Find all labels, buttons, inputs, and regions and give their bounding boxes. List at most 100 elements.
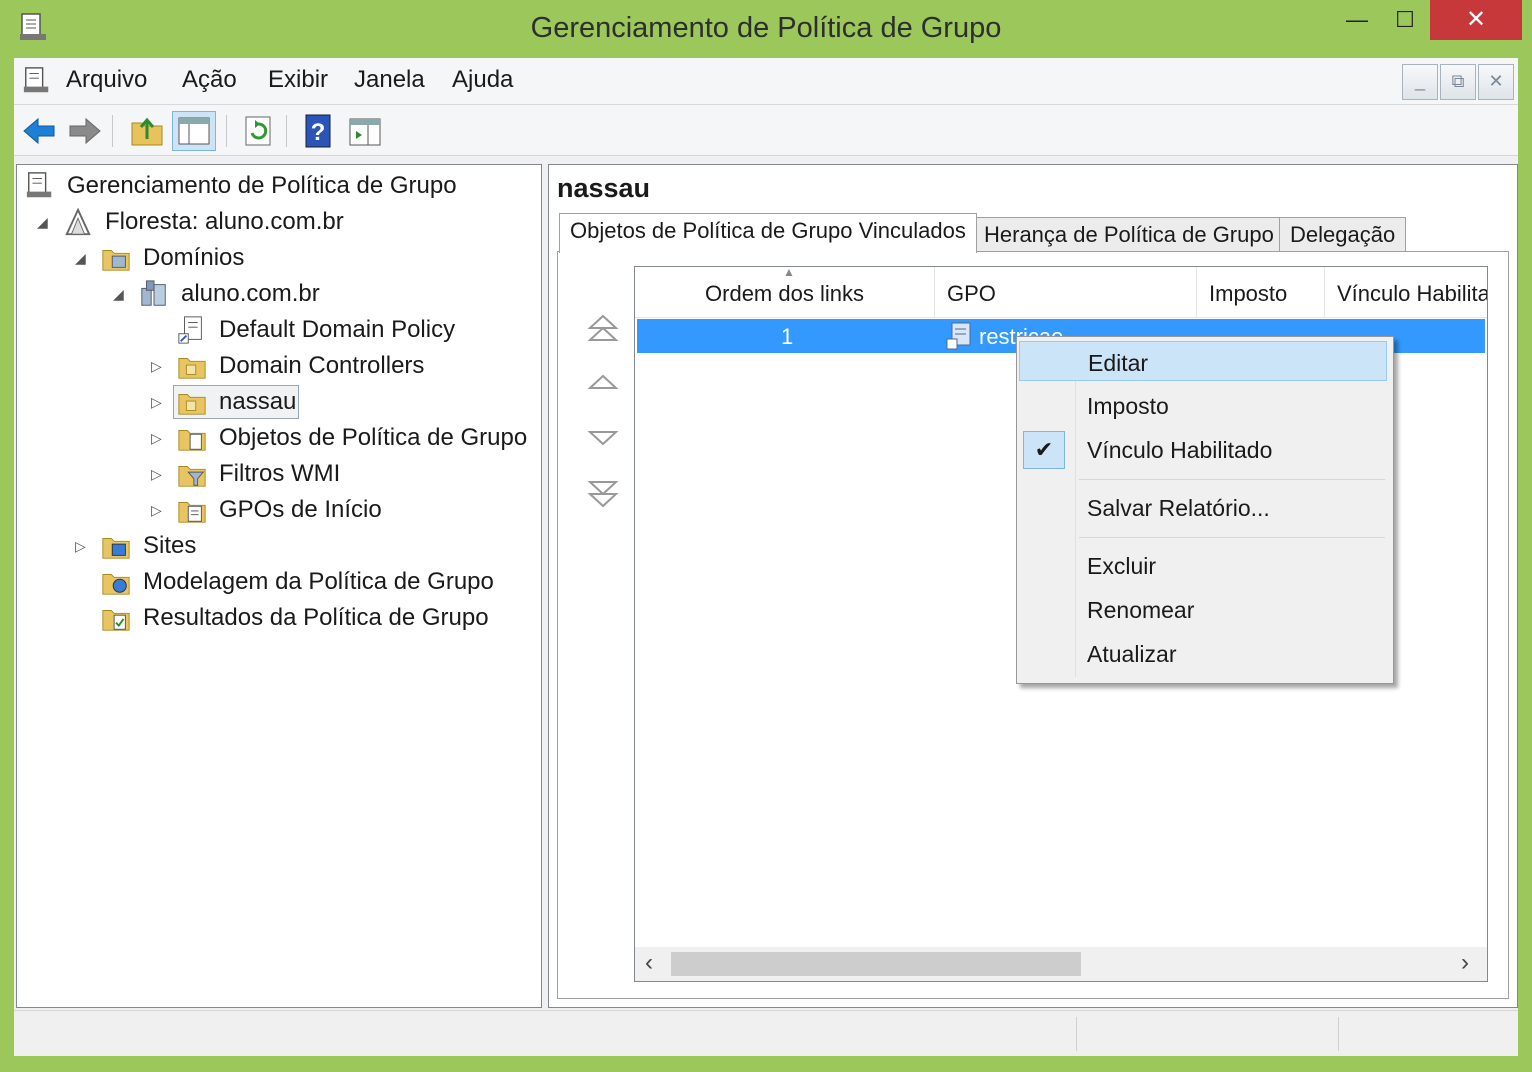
tree-item-label: Domain Controllers [219, 352, 425, 379]
expand-arrow-icon[interactable]: ▷ [75, 538, 86, 555]
window-title: Gerenciamento de Política de Grupo [530, 12, 1002, 44]
svg-text:?: ? [311, 119, 326, 146]
toolbar-separator [286, 115, 287, 147]
scroll-right-icon[interactable]: › [1461, 949, 1469, 977]
show-hide-tree-button[interactable] [172, 111, 216, 151]
cell-order: 1 [781, 324, 794, 349]
domains-folder-icon [102, 250, 130, 271]
title-bar: Gerenciamento de Política de Grupo — ☐ ✕ [0, 0, 1532, 58]
console-tree-icon [178, 117, 210, 145]
tab-delegation[interactable]: Delegação [1279, 217, 1407, 251]
page-title: nassau [557, 173, 651, 203]
move-down-icon[interactable] [586, 420, 620, 454]
gpo-link-icon [178, 316, 202, 344]
collapse-arrow-icon[interactable]: ◢ [113, 286, 124, 303]
status-separator [1076, 1017, 1077, 1051]
column-header-gpo[interactable]: GPO [935, 267, 1197, 317]
collapse-arrow-icon[interactable]: ◢ [37, 214, 48, 231]
menu-ajuda[interactable]: Ajuda [452, 66, 513, 94]
context-item-vinculo-habilitado[interactable]: ✔ Vínculo Habilitado [1019, 429, 1387, 469]
menu-exibir[interactable]: Exibir [268, 66, 328, 94]
menu-arquivo[interactable]: Arquivo [66, 66, 147, 94]
menu-janela[interactable]: Janela [354, 66, 425, 94]
expand-arrow-icon[interactable]: ▷ [151, 358, 162, 375]
minimize-button[interactable]: — [1334, 0, 1380, 40]
status-separator [1338, 1017, 1339, 1051]
column-header-imposto[interactable]: Imposto [1197, 267, 1325, 317]
tree-item-label: Filtros WMI [219, 460, 341, 487]
column-header-order[interactable]: Ordem dos links ▲ [635, 267, 935, 317]
list-header: Ordem dos links ▲ GPO Imposto Vínculo Ha… [635, 267, 1487, 318]
console-tree: Gerenciamento de Política de Grupo ◢ Flo… [16, 164, 542, 1008]
mdi-controls: _ ⧉ ✕ [1402, 64, 1516, 102]
sort-ascending-icon: ▲ [783, 266, 795, 279]
horizontal-scrollbar[interactable]: ‹ › [635, 947, 1487, 981]
expand-arrow-icon[interactable]: ▷ [151, 466, 162, 483]
context-item-editar[interactable]: Editar [1019, 341, 1387, 381]
checkmark-icon: ✔ [1023, 431, 1065, 469]
close-button[interactable]: ✕ [1430, 0, 1522, 40]
results-icon [102, 610, 130, 631]
tree-item-label: Default Domain Policy [219, 316, 456, 343]
status-bar [14, 1010, 1518, 1055]
context-item-salvar-relatorio[interactable]: Salvar Relatório... [1019, 487, 1387, 527]
up-folder-icon[interactable] [128, 113, 166, 149]
domain-icon [141, 280, 166, 306]
tab-linked-gpos[interactable]: Objetos de Política de Grupo Vinculados [559, 213, 977, 253]
menu-bar: Arquivo Ação Exibir Janela Ajuda _ ⧉ ✕ [14, 58, 1518, 105]
gpo-icon [946, 322, 971, 350]
tab-inheritance[interactable]: Herança de Política de Grupo [973, 217, 1285, 251]
menu-acao[interactable]: Ação [182, 66, 237, 94]
scroll-left-icon[interactable]: ‹ [645, 949, 653, 977]
mdi-close-button[interactable]: ✕ [1478, 64, 1514, 100]
move-up-icon[interactable] [586, 366, 620, 400]
tree-forest-label: Floresta: aluno.com.br [105, 208, 344, 235]
console-icon [23, 67, 49, 93]
move-bottom-icon[interactable] [586, 476, 620, 510]
refresh-icon[interactable] [240, 113, 278, 149]
gpo-folder-icon [178, 430, 206, 451]
window: Gerenciamento de Política de Grupo — ☐ ✕… [0, 0, 1532, 1072]
context-item-renomear[interactable]: Renomear [1019, 589, 1387, 629]
tree-results-label: Resultados da Política de Grupo [143, 604, 489, 631]
back-arrow-icon[interactable] [20, 113, 58, 149]
toolbar-separator [226, 115, 227, 147]
expand-arrow-icon[interactable]: ▷ [151, 394, 162, 411]
tree-sites-label: Sites [143, 532, 197, 559]
menu-separator [1079, 537, 1385, 538]
move-top-icon[interactable] [586, 312, 620, 346]
tree-item-label: Objetos de Política de Grupo [219, 424, 528, 451]
context-item-excluir[interactable]: Excluir [1019, 545, 1387, 585]
ou-folder-icon [178, 394, 206, 415]
menu-separator [1079, 479, 1385, 480]
tree-item-label: nassau [219, 388, 297, 415]
starter-gpo-folder-icon [178, 502, 206, 523]
show-action-pane-icon[interactable] [346, 113, 384, 149]
mdi-restore-button[interactable]: ⧉ [1440, 64, 1476, 100]
collapse-arrow-icon[interactable]: ◢ [75, 250, 86, 267]
sites-folder-icon [102, 538, 130, 559]
context-item-atualizar[interactable]: Atualizar [1019, 633, 1387, 673]
context-item-imposto[interactable]: Imposto [1019, 385, 1387, 425]
column-header-vinculo[interactable]: Vínculo Habilita [1325, 267, 1487, 317]
ou-folder-icon [178, 358, 206, 379]
forest-icon [65, 207, 91, 236]
filter-folder-icon [178, 466, 206, 487]
forward-arrow-icon[interactable] [66, 113, 104, 149]
tree-domain-label: aluno.com.br [181, 280, 320, 307]
toolbar-separator [112, 115, 113, 147]
expand-arrow-icon[interactable]: ▷ [151, 502, 162, 519]
context-menu: Editar Imposto ✔ Vínculo Habilitado Salv… [1016, 336, 1394, 684]
tree-root-label: Gerenciamento de Política de Grupo [67, 172, 457, 199]
toolbar: ? [14, 105, 1518, 156]
mdi-minimize-button[interactable]: _ [1402, 64, 1438, 100]
maximize-button[interactable]: ☐ [1382, 0, 1428, 40]
tree-item-label: GPOs de Início [219, 496, 382, 523]
help-icon[interactable]: ? [300, 113, 338, 149]
gpmc-icon [26, 172, 52, 198]
modeling-icon [102, 574, 130, 595]
expand-arrow-icon[interactable]: ▷ [151, 430, 162, 447]
tree-modeling-label: Modelagem da Política de Grupo [143, 568, 494, 595]
scrollbar-thumb[interactable] [671, 952, 1081, 976]
tree-domains-label: Domínios [143, 244, 245, 271]
